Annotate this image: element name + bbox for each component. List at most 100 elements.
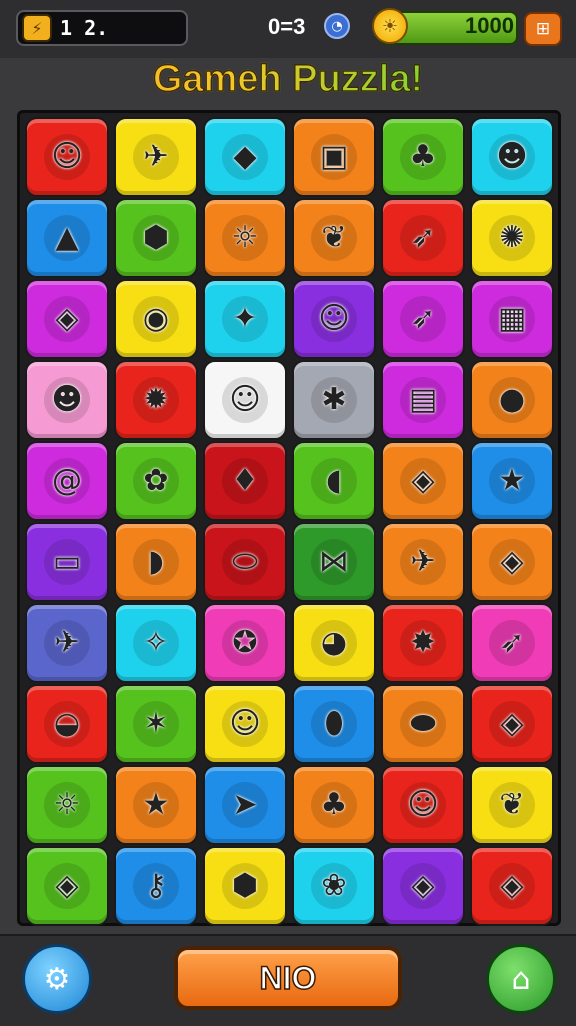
cherry-icon: ❀ <box>311 863 357 909</box>
star-fish-icon: ✪ <box>222 620 268 666</box>
game-tile[interactable]: ➤ <box>203 765 287 845</box>
game-tile[interactable]: ⬭ <box>203 522 287 602</box>
cat-face-icon: ☺ <box>222 377 268 423</box>
game-tile[interactable]: ✈ <box>381 522 465 602</box>
berry-icon: ● <box>489 377 535 423</box>
yellow-bird-icon: ➤ <box>222 782 268 828</box>
game-tile[interactable]: ▣ <box>292 117 376 197</box>
main-action-button[interactable]: NIO <box>174 946 402 1010</box>
game-tile[interactable]: ● <box>470 360 554 440</box>
game-tile[interactable]: ◈ <box>470 522 554 602</box>
game-tile[interactable]: ▭ <box>25 522 109 602</box>
game-tile[interactable]: ▲ <box>25 198 109 278</box>
game-tile[interactable]: ☺ <box>381 765 465 845</box>
game-tile[interactable]: ✱ <box>292 360 376 440</box>
game-tile[interactable]: ✈ <box>114 117 198 197</box>
game-tile[interactable]: ⋈ <box>292 522 376 602</box>
level-text: 1 2. <box>60 16 109 40</box>
game-tile[interactable]: ✸ <box>381 603 465 683</box>
game-tile[interactable]: ★ <box>114 765 198 845</box>
game-tile[interactable]: ◈ <box>381 441 465 521</box>
gear-icon: ⚙ <box>43 961 71 997</box>
game-tile[interactable]: ➶ <box>470 603 554 683</box>
timer-text: 0=3 <box>268 14 306 39</box>
game-tile[interactable]: ☺ <box>203 360 287 440</box>
game-tile[interactable]: ◈ <box>25 279 109 359</box>
game-tile[interactable]: ⬮ <box>292 684 376 764</box>
game-tile[interactable]: ☼ <box>25 765 109 845</box>
game-tile[interactable]: ◆ <box>203 117 287 197</box>
sun-face-icon: ☼ <box>44 782 90 828</box>
game-tile[interactable]: ☺ <box>25 117 109 197</box>
shop-button[interactable]: ⊞ <box>524 12 562 46</box>
pink-fish-icon: ◆ <box>222 134 268 180</box>
settings-button[interactable]: ⚙ <box>22 944 92 1014</box>
star-icon: ★ <box>489 458 535 504</box>
game-tile[interactable]: ➶ <box>381 198 465 278</box>
spiky-ball-icon: ✹ <box>133 377 179 423</box>
game-tile[interactable]: ☻ <box>470 117 554 197</box>
game-tile[interactable]: ♦ <box>203 441 287 521</box>
turtle-icon: ⬢ <box>222 863 268 909</box>
rocket-icon: ➶ <box>400 296 446 342</box>
star-bird-icon: ✦ <box>222 296 268 342</box>
game-tile[interactable]: ⬢ <box>114 198 198 278</box>
game-tile[interactable]: ◈ <box>25 846 109 926</box>
capsule-icon: ⬭ <box>222 539 268 585</box>
squid-icon: ✿ <box>133 458 179 504</box>
orange-face-icon: ☻ <box>44 377 90 423</box>
game-tile[interactable]: ◕ <box>292 603 376 683</box>
fish-icon: ◈ <box>489 701 535 747</box>
game-tile[interactable]: ✶ <box>114 684 198 764</box>
palm-star-icon: ✱ <box>311 377 357 423</box>
home-button[interactable]: ⌂ <box>486 944 556 1014</box>
balloon-icon: ⬮ <box>311 701 357 747</box>
sun-icon: ✸ <box>400 620 446 666</box>
game-tile[interactable]: ☺ <box>203 684 287 764</box>
game-tile[interactable]: ✺ <box>470 198 554 278</box>
game-tile[interactable]: ▦ <box>470 279 554 359</box>
lightning-icon: ⚡ <box>22 14 52 42</box>
game-tile[interactable]: ✪ <box>203 603 287 683</box>
game-tile[interactable]: ★ <box>470 441 554 521</box>
game-tile[interactable]: ✹ <box>114 360 198 440</box>
banana-icon: ◗ <box>133 539 179 585</box>
game-tile[interactable]: ❦ <box>292 198 376 278</box>
game-tile[interactable]: ◗ <box>114 522 198 602</box>
green-blob-icon: ✺ <box>489 215 535 261</box>
game-tile[interactable]: ✧ <box>114 603 198 683</box>
game-tile[interactable]: ◉ <box>114 279 198 359</box>
game-tile[interactable]: ⚷ <box>114 846 198 926</box>
blue-bird-icon: ✶ <box>133 701 179 747</box>
game-tile[interactable]: ◈ <box>470 846 554 926</box>
level-indicator: ⚡ 1 2. <box>16 10 188 46</box>
game-tile[interactable]: ◈ <box>470 684 554 764</box>
swirl-icon: @ <box>44 458 90 504</box>
game-tile[interactable]: ➶ <box>381 279 465 359</box>
game-tile[interactable]: @ <box>25 441 109 521</box>
fish-icon: ◈ <box>489 539 535 585</box>
game-tile[interactable]: ⬬ <box>381 684 465 764</box>
game-tile[interactable]: ♣ <box>292 765 376 845</box>
bird-icon: ✈ <box>400 539 446 585</box>
game-tile[interactable]: ⬢ <box>203 846 287 926</box>
robot-box-icon: ▣ <box>311 134 357 180</box>
game-tile[interactable]: ◒ <box>25 684 109 764</box>
game-tile[interactable]: ☻ <box>25 360 109 440</box>
game-tile[interactable]: ❀ <box>292 846 376 926</box>
leaf-icon: ❦ <box>489 782 535 828</box>
game-tile[interactable]: ♣ <box>381 117 465 197</box>
game-tile[interactable]: ◈ <box>381 846 465 926</box>
game-tile[interactable]: ✿ <box>114 441 198 521</box>
computer-icon: ▭ <box>44 539 90 585</box>
game-tile[interactable]: ◖ <box>292 441 376 521</box>
scroll-icon: ▤ <box>400 377 446 423</box>
game-tile[interactable]: ☺ <box>292 279 376 359</box>
game-tile[interactable]: ☼ <box>203 198 287 278</box>
game-tile[interactable]: ▤ <box>381 360 465 440</box>
key-icon: ⚷ <box>133 863 179 909</box>
game-tile[interactable]: ✈ <box>25 603 109 683</box>
fish-icon: ◈ <box>44 863 90 909</box>
game-tile[interactable]: ❦ <box>470 765 554 845</box>
game-tile[interactable]: ✦ <box>203 279 287 359</box>
